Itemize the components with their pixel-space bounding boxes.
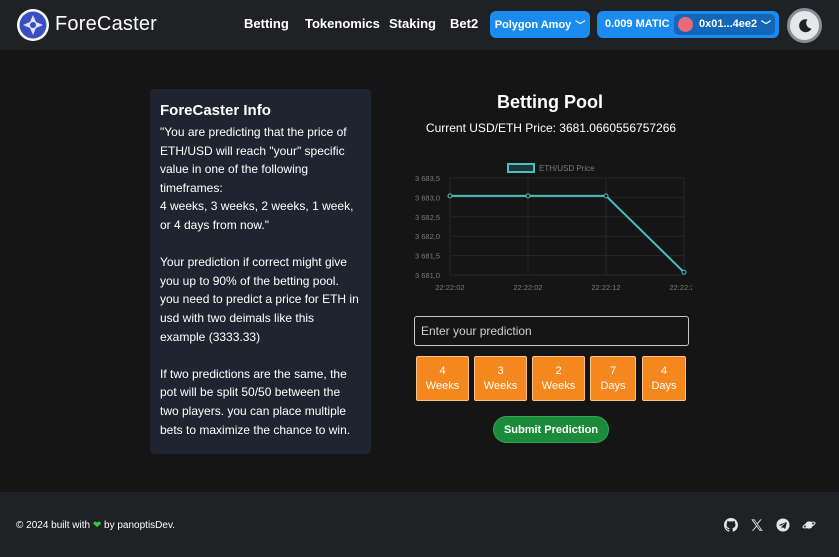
x-tick-label: 22:22:12 (591, 283, 620, 292)
y-tick-label: 3 683,5 (415, 174, 440, 183)
timeframe-unit: Days (600, 380, 626, 392)
data-point (447, 193, 453, 199)
footer-credits: © 2024 built with ❤ by panoptisDev. (16, 520, 175, 531)
info-paragraph-2: Your prediction if correct might give yo… (160, 255, 359, 344)
y-tick-label: 3 682,0 (415, 232, 440, 241)
y-tick-label: 3 683,0 (415, 193, 440, 202)
theme-toggle-button[interactable] (787, 8, 822, 43)
timeframe-unit: Days (651, 380, 677, 392)
network-label: Polygon Amoy (494, 18, 572, 31)
footer-text-suffix: by panoptisDev. (104, 520, 175, 531)
nav-betting[interactable]: Betting (244, 16, 289, 31)
brand-name[interactable]: ForeCaster (55, 13, 157, 36)
top-navbar: ForeCaster Betting Tokenomics Staking Be… (0, 0, 839, 50)
eth-price-chart: ETH/USD Price 3 683,5 3 683,0 3 682,5 3 682,… (410, 158, 699, 298)
info-card: ForeCaster Info "You are predicting that… (150, 89, 371, 454)
heart-icon: ❤ (92, 520, 102, 531)
legend-label: ETH/USD Price (539, 164, 595, 173)
telegram-icon[interactable] (776, 518, 790, 532)
github-icon[interactable] (724, 518, 738, 532)
planet-icon[interactable] (802, 518, 816, 532)
x-tick-label: 22:22:02 (513, 283, 542, 292)
timeframe-unit: Weeks (483, 380, 518, 392)
data-point (525, 193, 531, 199)
info-paragraph-1b: 4 weeks, 3 weeks, 2 weeks, 1 week, or 4 … (160, 199, 354, 232)
data-point (603, 193, 609, 199)
footer-text-prefix: © 2024 built with (16, 520, 91, 531)
timeframe-unit: Weeks (425, 380, 460, 392)
current-price-label: Current USD/ETH Price: 3681.066055675726… (425, 121, 677, 135)
avatar (678, 17, 693, 32)
y-tick-label: 3 681,5 (415, 252, 440, 261)
y-tick-label: 3 681,0 (415, 271, 440, 280)
timeframe-3-weeks-button[interactable]: 3 Weeks (474, 356, 527, 401)
x-tick-label: 22:22:02 (435, 283, 464, 292)
timeframe-4-days-button[interactable]: 4 Days (642, 356, 686, 401)
timeframe-number: 4 (660, 365, 668, 377)
footer: © 2024 built with ❤ by panoptisDev. (0, 492, 839, 557)
data-point (681, 269, 687, 275)
legend-swatch (507, 163, 535, 173)
nav-staking[interactable]: Staking (389, 16, 436, 31)
x-icon[interactable] (750, 518, 764, 532)
chevron-down-icon: ﹀ (575, 21, 586, 32)
forecaster-logo-icon[interactable] (16, 8, 50, 42)
wallet-balance: 0.009 MATIC (605, 18, 670, 30)
nav-bet2[interactable]: Bet2 (450, 16, 478, 31)
timeframe-4-weeks-button[interactable]: 4 Weeks (416, 356, 469, 401)
timeframe-7-days-button[interactable]: 7 Days (590, 356, 636, 401)
series-line (450, 194, 685, 273)
betting-pool-title: Betting Pool (497, 92, 603, 112)
network-select-button[interactable]: Polygon Amoy ﹀ (490, 11, 590, 38)
y-tick-label: 3 682,5 (415, 213, 440, 222)
nav-tokenomics[interactable]: Tokenomics (305, 16, 380, 31)
timeframe-number: 3 (497, 365, 504, 377)
wallet-address: 0x01...4ee2 (699, 18, 758, 30)
info-title: ForeCaster Info (160, 102, 271, 119)
account-button[interactable]: 0.009 MATIC 0x01...4ee2 ﹀ (597, 11, 779, 38)
timeframe-number: 7 (609, 365, 617, 377)
x-tick-label: 22:22:22 (669, 283, 692, 292)
timeframe-number: 4 (439, 365, 446, 377)
address-pill[interactable]: 0x01...4ee2 ﹀ (674, 14, 775, 35)
moon-icon (798, 18, 811, 32)
chevron-down-icon: ﹀ (761, 21, 771, 32)
timeframe-unit: Weeks (541, 380, 576, 392)
timeframe-number: 2 (555, 365, 562, 377)
timeframe-2-weeks-button[interactable]: 2 Weeks (532, 356, 585, 401)
info-paragraph-1: "You are predicting that the price of ET… (160, 125, 347, 195)
submit-prediction-button[interactable]: Submit Prediction (493, 416, 609, 443)
info-paragraph-3: If two predictions are the same, the pot… (160, 366, 351, 437)
prediction-input[interactable] (414, 316, 689, 346)
chart-svg: ETH/USD Price 3 683,5 3 683,0 3 682,5 3 682,… (415, 163, 699, 292)
